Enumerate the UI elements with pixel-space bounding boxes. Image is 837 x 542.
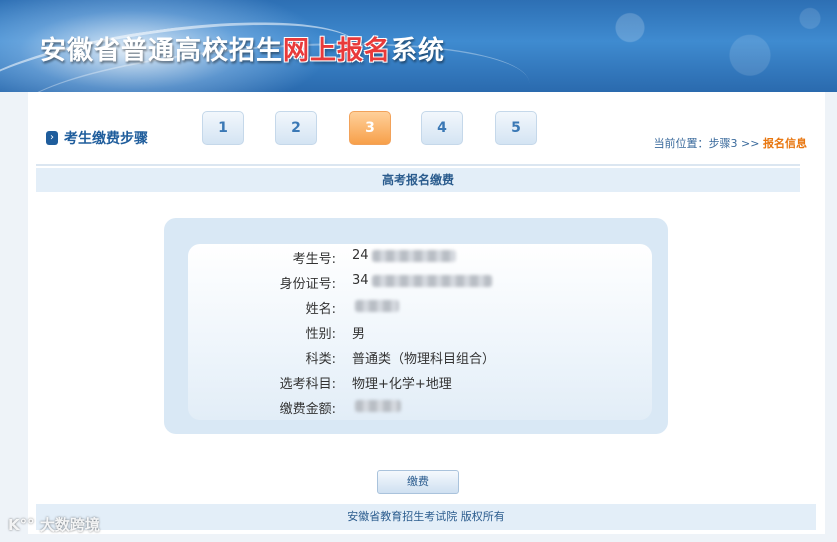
gender-value: 男 bbox=[352, 327, 366, 342]
system-title-highlight: 网上报名 bbox=[283, 36, 392, 66]
section-title: 高考报名缴费 bbox=[36, 168, 800, 192]
subjects-label: 选考科目: bbox=[279, 377, 336, 392]
row-gender: 性别: 男 bbox=[188, 323, 652, 343]
row-exam-number: 考生号: 24 bbox=[188, 248, 652, 268]
category-value: 普通类（物理科目组合） bbox=[352, 352, 496, 367]
row-name: 姓名: bbox=[188, 298, 652, 318]
redacted-value bbox=[371, 249, 456, 262]
id-number-label: 身份证号: bbox=[279, 277, 336, 292]
chevron-right-icon: › bbox=[46, 131, 58, 145]
steps-divider bbox=[36, 164, 800, 166]
system-title-part1: 安徽省普通高校招生 bbox=[40, 36, 284, 66]
row-fee-amount: 缴费金额: bbox=[188, 398, 652, 418]
breadcrumb-current: 报名信息 bbox=[763, 137, 807, 150]
watermark: K°° 大数跨境 bbox=[8, 516, 100, 534]
step-2[interactable]: 2 bbox=[275, 111, 317, 145]
category-label: 科类: bbox=[305, 352, 336, 367]
system-title: 安徽省普通高校招生网上报名系统 bbox=[40, 30, 445, 67]
exam-number-value: 24 bbox=[352, 248, 456, 263]
redacted-value bbox=[355, 399, 401, 412]
footer-copyright: 安徽省教育招生考试院 版权所有 bbox=[36, 504, 816, 530]
exam-number-label: 考生号: bbox=[292, 252, 336, 267]
steps-heading: › 考生缴费步骤 bbox=[46, 128, 148, 148]
name-value bbox=[352, 298, 399, 313]
breadcrumb-path[interactable]: 步骤3 >> bbox=[709, 137, 763, 150]
fee-amount-value bbox=[352, 398, 401, 413]
id-number-value: 34 bbox=[352, 273, 492, 288]
fee-amount-label: 缴费金额: bbox=[279, 402, 336, 417]
row-id-number: 身份证号: 34 bbox=[188, 273, 652, 293]
breadcrumb: 当前位置：步骤3 >> 报名信息 bbox=[654, 135, 807, 151]
subjects-value: 物理+化学+地理 bbox=[352, 377, 452, 392]
redacted-value bbox=[371, 274, 492, 287]
system-title-part2: 系统 bbox=[391, 36, 446, 66]
pay-button[interactable]: 缴费 bbox=[377, 470, 459, 494]
row-subjects: 选考科目: 物理+化学+地理 bbox=[188, 373, 652, 393]
redacted-value bbox=[355, 299, 399, 312]
banner-bokeh bbox=[540, 0, 837, 92]
step-3-active[interactable]: 3 bbox=[349, 111, 391, 145]
breadcrumb-prefix: 当前位置： bbox=[653, 137, 709, 150]
gender-label: 性别: bbox=[305, 327, 336, 342]
step-5[interactable]: 5 bbox=[495, 111, 537, 145]
step-1[interactable]: 1 bbox=[202, 111, 244, 145]
name-label: 姓名: bbox=[305, 302, 336, 317]
step-4[interactable]: 4 bbox=[421, 111, 463, 145]
header-banner: 安徽省普通高校招生网上报名系统 bbox=[0, 0, 837, 92]
row-category: 科类: 普通类（物理科目组合） bbox=[188, 348, 652, 368]
steps-heading-label: 考生缴费步骤 bbox=[64, 131, 148, 147]
